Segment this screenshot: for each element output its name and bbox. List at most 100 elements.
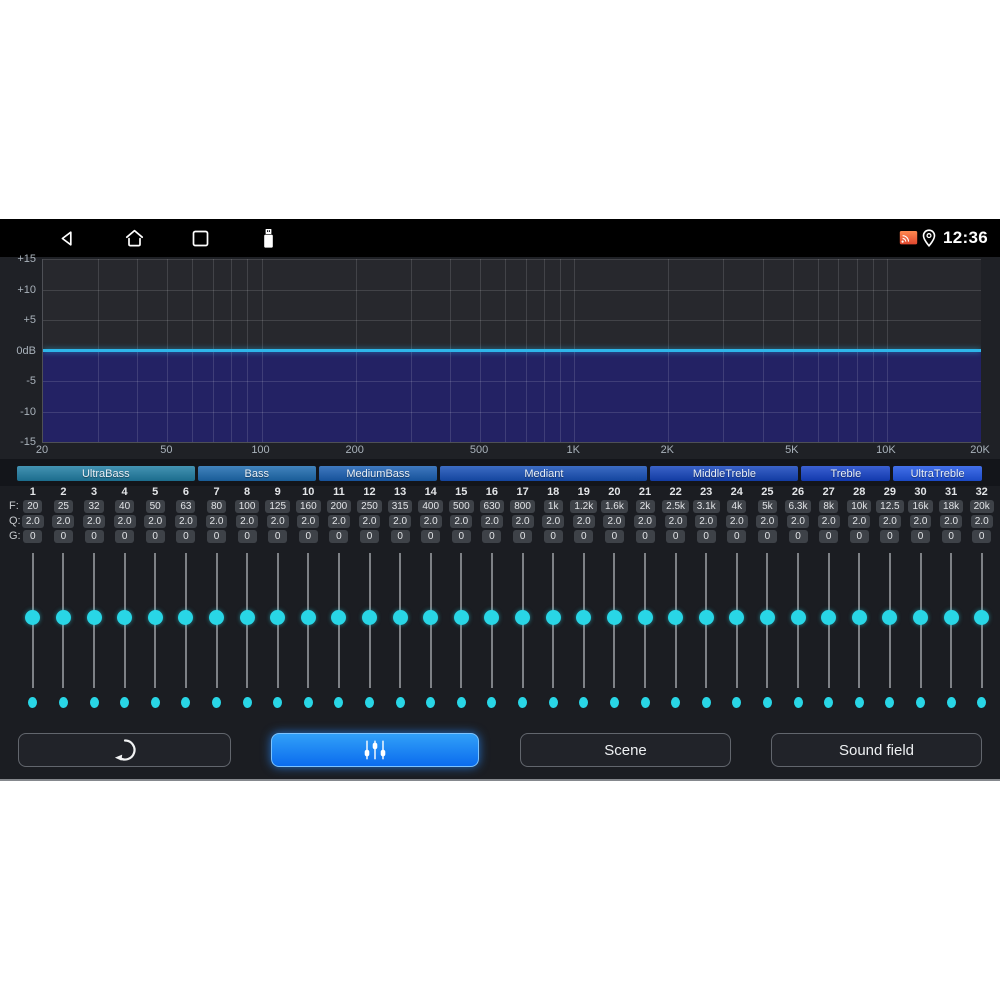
slider-knob[interactable]	[55, 610, 71, 625]
gain-slider[interactable]	[202, 546, 232, 696]
slider-knob[interactable]	[209, 610, 224, 625]
gain-slider[interactable]	[263, 546, 293, 696]
gain-slider[interactable]	[477, 546, 507, 696]
q-value-box: 2.0	[664, 515, 687, 528]
slider-knob[interactable]	[300, 610, 316, 625]
slider-knob[interactable]	[668, 610, 684, 625]
freq-value-box: 315	[387, 500, 413, 513]
band-segment-ultrabass[interactable]: UltraBass	[17, 466, 195, 481]
gain-slider[interactable]	[691, 546, 721, 696]
band-segment-mediant[interactable]: Mediant	[440, 466, 648, 481]
freq-value-cell: 3.1k	[691, 500, 721, 513]
slider-knob[interactable]	[117, 610, 133, 625]
slider-knob[interactable]	[882, 610, 898, 625]
channel-indicator-dot	[824, 697, 834, 708]
slider-knob[interactable]	[270, 610, 286, 625]
band-segment-treble[interactable]: Treble	[801, 466, 891, 481]
recents-button[interactable]	[188, 219, 212, 257]
channel-number: 16	[485, 486, 499, 498]
scene-button[interactable]: Scene	[520, 733, 731, 767]
q-value-box: 2.0	[848, 515, 871, 528]
gain-slider[interactable]	[967, 546, 997, 696]
gain-slider[interactable]	[324, 546, 354, 696]
q-value-cell: 2.0	[416, 515, 446, 528]
slider-knob[interactable]	[86, 610, 102, 625]
slider-knob[interactable]	[913, 610, 928, 625]
channel-number: 4	[121, 486, 128, 498]
channel-indicator-dot	[732, 697, 742, 708]
gain-slider[interactable]	[18, 546, 48, 696]
usb-icon	[263, 228, 273, 248]
gain-slider[interactable]	[79, 546, 109, 696]
slider-knob[interactable]	[576, 610, 592, 625]
gain-slider[interactable]	[416, 546, 446, 696]
back-button[interactable]	[54, 219, 78, 257]
slider-knob[interactable]	[851, 610, 867, 625]
gain-value-box: 0	[268, 530, 288, 543]
channel-indicator-dot	[58, 697, 68, 708]
slider-knob[interactable]	[637, 610, 653, 625]
slider-knob[interactable]	[943, 610, 959, 625]
freq-value-box: 1.2k	[570, 500, 598, 513]
slider-knob[interactable]	[606, 610, 622, 625]
gain-slider[interactable]	[446, 546, 476, 696]
gain-slider[interactable]	[385, 546, 415, 696]
sound-field-button-label: Sound field	[838, 741, 915, 759]
slider-knob[interactable]	[25, 610, 41, 625]
gain-slider[interactable]	[355, 546, 385, 696]
gain-slider[interactable]	[844, 546, 874, 696]
slider-knob[interactable]	[515, 610, 531, 625]
gain-slider[interactable]	[906, 546, 936, 696]
gain-slider[interactable]	[936, 546, 966, 696]
gain-slider[interactable]	[783, 546, 813, 696]
freq-value-box: 5k	[757, 500, 777, 513]
gain-slider[interactable]	[814, 546, 844, 696]
slider-knob[interactable]	[331, 610, 347, 625]
band-segment-middletreble[interactable]: MiddleTreble	[650, 466, 799, 481]
gain-slider[interactable]	[875, 546, 905, 696]
slider-knob[interactable]	[453, 610, 469, 625]
gain-slider[interactable]	[171, 546, 201, 696]
q-value-cell: 2.0	[599, 515, 629, 528]
freq-value-box: 40	[115, 500, 135, 513]
gain-slider[interactable]	[110, 546, 140, 696]
slider-knob[interactable]	[484, 610, 500, 625]
gain-slider[interactable]	[232, 546, 262, 696]
slider-knob[interactable]	[759, 610, 775, 625]
gain-slider[interactable]	[569, 546, 599, 696]
gain-slider[interactable]	[752, 546, 782, 696]
band-segment-bass[interactable]: Bass	[197, 466, 316, 481]
slider-knob[interactable]	[392, 610, 408, 625]
channel-indicator-dot	[181, 697, 191, 708]
slider-knob[interactable]	[790, 610, 806, 625]
slider-knob[interactable]	[147, 610, 163, 625]
gain-slider[interactable]	[599, 546, 629, 696]
slider-knob[interactable]	[698, 610, 714, 625]
gain-slider[interactable]	[661, 546, 691, 696]
channel-number: 9	[274, 486, 281, 498]
equalizer-button[interactable]	[271, 733, 479, 767]
gain-slider[interactable]	[140, 546, 170, 696]
gain-slider[interactable]	[48, 546, 78, 696]
gain-slider[interactable]	[722, 546, 752, 696]
freq-value-cell: 4k	[722, 500, 752, 513]
band-segment-ultratreble[interactable]: UltraTreble	[893, 466, 982, 481]
slider-knob[interactable]	[239, 610, 255, 625]
reset-button[interactable]	[18, 733, 231, 767]
sound-field-button[interactable]: Sound field	[771, 733, 982, 767]
gain-slider[interactable]	[293, 546, 323, 696]
slider-knob[interactable]	[362, 610, 377, 625]
slider-knob[interactable]	[423, 610, 439, 625]
home-button[interactable]	[122, 219, 146, 257]
slider-knob[interactable]	[974, 610, 990, 625]
channel-number: 25	[761, 486, 774, 498]
gain-slider[interactable]	[630, 546, 660, 696]
slider-knob[interactable]	[821, 610, 837, 625]
slider-knob[interactable]	[545, 610, 561, 625]
slider-knob[interactable]	[178, 610, 194, 625]
band-segment-mediumbass[interactable]: MediumBass	[318, 466, 438, 481]
slider-knob[interactable]	[729, 610, 745, 625]
q-value-cell: 2.0	[936, 515, 966, 528]
gain-slider[interactable]	[508, 546, 538, 696]
gain-slider[interactable]	[538, 546, 568, 696]
